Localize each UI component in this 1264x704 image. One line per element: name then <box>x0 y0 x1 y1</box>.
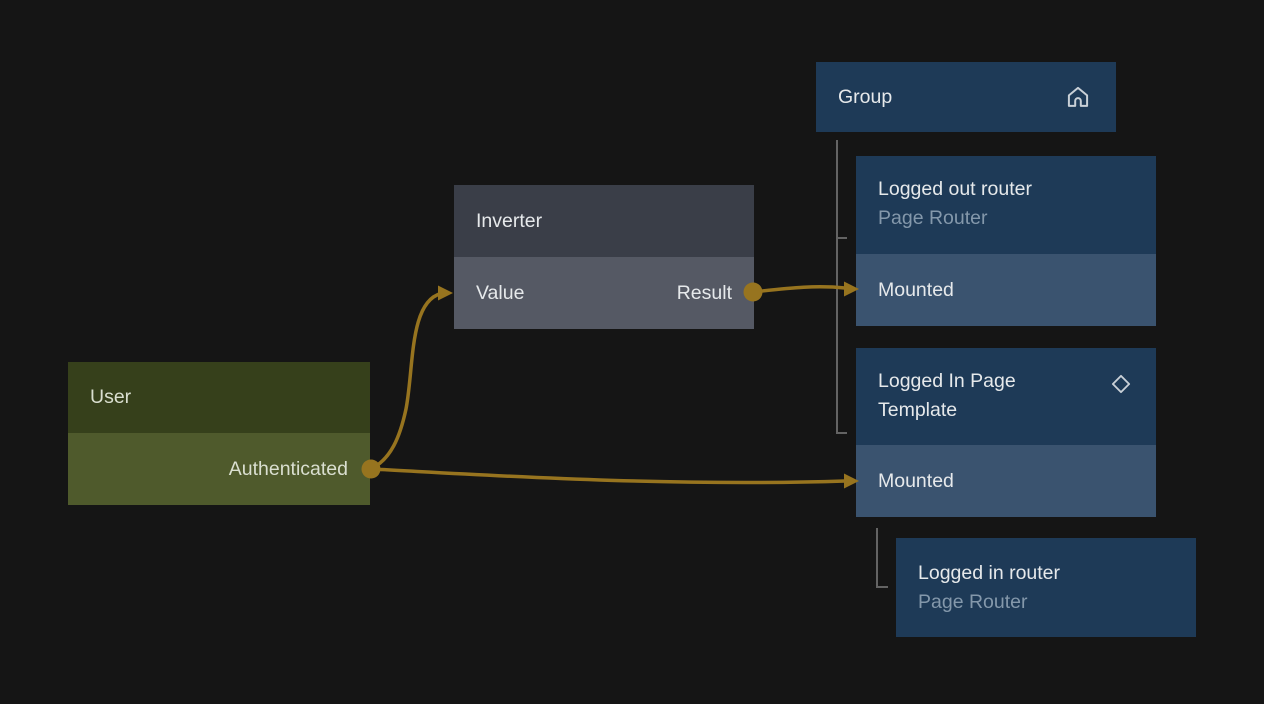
node-logged-out-router-subtitle: Page Router <box>878 204 1134 233</box>
node-logged-in-router-subtitle: Page Router <box>918 588 1174 617</box>
node-user-title: User <box>90 386 131 409</box>
output-port-label-result: Result <box>677 282 732 305</box>
node-logged-in-page-template-input-mounted[interactable]: Mounted <box>856 445 1156 517</box>
home-icon <box>1064 83 1092 111</box>
node-group-title: Group <box>838 86 892 109</box>
input-port-label: Mounted <box>878 279 954 302</box>
input-port-label: Mounted <box>878 470 954 493</box>
output-port-label: Authenticated <box>229 458 348 481</box>
node-logged-in-page-template-title: Logged In Page Template <box>878 367 1083 425</box>
edge-authenticated-to-value[interactable] <box>371 294 441 470</box>
edge-authenticated-to-mounted-template[interactable] <box>371 469 845 483</box>
node-logged-out-router-header[interactable]: Logged out router Page Router <box>856 156 1156 254</box>
node-logged-in-router-title: Logged in router <box>918 559 1174 588</box>
node-logged-in-page-template[interactable]: Logged In Page Template Mounted <box>856 348 1156 517</box>
node-editor-canvas: Group Logged out router Page Router Moun… <box>0 0 1264 704</box>
diamond-icon <box>1108 371 1134 397</box>
edge-result-to-mounted-logged-out[interactable] <box>753 287 845 292</box>
node-inverter-header[interactable]: Inverter <box>454 185 754 257</box>
node-logged-out-router[interactable]: Logged out router Page Router Mounted <box>856 156 1156 326</box>
node-logged-out-router-input-mounted[interactable]: Mounted <box>856 254 1156 326</box>
node-logged-out-router-title: Logged out router <box>878 175 1134 204</box>
node-inverter[interactable]: Inverter Value Result <box>454 185 754 329</box>
node-user-output-authenticated[interactable]: Authenticated <box>68 433 370 505</box>
node-logged-in-page-template-header[interactable]: Logged In Page Template <box>856 348 1156 445</box>
node-logged-in-router[interactable]: Logged in router Page Router <box>896 538 1196 637</box>
node-inverter-io-row[interactable]: Value Result <box>454 257 754 329</box>
node-inverter-title: Inverter <box>476 210 542 233</box>
node-user-header[interactable]: User <box>68 362 370 433</box>
node-group[interactable]: Group <box>816 62 1116 132</box>
edge-arrowhead-value <box>438 286 453 301</box>
input-port-label-value: Value <box>476 282 524 305</box>
tree-connector-group <box>837 140 847 433</box>
node-user[interactable]: User Authenticated <box>68 362 370 505</box>
tree-connector-logged-in-router <box>877 528 888 587</box>
